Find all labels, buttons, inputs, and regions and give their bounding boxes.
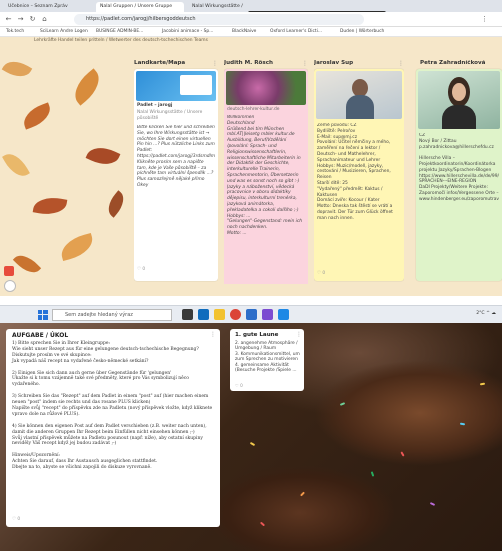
column-jaroslav: Jaroslav Šup ⋮ Země původu: CZ Bydliště:… bbox=[314, 60, 404, 284]
more-icon[interactable]: ⋮ bbox=[302, 60, 308, 67]
like-count[interactable]: ♡ 0 bbox=[12, 517, 20, 522]
profile-photo bbox=[316, 71, 402, 119]
column-title: Jaroslav Šup bbox=[314, 60, 354, 66]
forward-icon[interactable]: → bbox=[16, 15, 25, 24]
leaf-decoration bbox=[19, 102, 55, 130]
leaf-decoration bbox=[102, 190, 130, 218]
bookmarks-bar: Tok.tech SciLearn Andre Logen BUSINGE AD… bbox=[0, 27, 502, 37]
column-title: Judith M. Rösch bbox=[224, 60, 274, 66]
bookmark-item[interactable]: BlackNaive bbox=[232, 28, 256, 36]
bookmark-item[interactable]: Duden | Wörterbuch bbox=[340, 28, 384, 36]
padlet-logo bbox=[180, 75, 212, 95]
sprinkle-decoration bbox=[429, 502, 436, 506]
profile-photo bbox=[418, 71, 500, 129]
system-tray[interactable]: 2°C ^ ☁ bbox=[476, 311, 496, 316]
bookmark-item[interactable]: Tok.tech bbox=[6, 28, 24, 36]
avatar-body bbox=[442, 105, 476, 129]
app-icon[interactable] bbox=[262, 309, 273, 320]
side-launcher bbox=[0, 262, 30, 292]
more-icon[interactable]: ⋮ bbox=[398, 60, 404, 67]
post-text: Bitte klicken Sie hier und schreiben Sie… bbox=[137, 125, 215, 188]
post-text: 1) Bitte sprechen Sie in Ihrer Kleingrup… bbox=[12, 341, 213, 471]
top-browser-window: Učebnice – Seznam Zpráv Nalal Gruppen / … bbox=[0, 0, 502, 296]
more-icon[interactable]: ⋮ bbox=[210, 331, 216, 338]
like-count[interactable]: ♡ 0 bbox=[137, 267, 145, 272]
leaf-decoration bbox=[85, 141, 121, 171]
teams-icon[interactable] bbox=[246, 309, 257, 320]
cupcake-padlet: AUFGABE / ÚKOL ⋮ 1) Bitte sprechen Sie i… bbox=[0, 323, 502, 551]
like-count[interactable]: ♡ 0 bbox=[235, 383, 243, 388]
avatar bbox=[452, 83, 466, 101]
post-title: 1. gute Laune bbox=[235, 332, 279, 338]
post-card[interactable]: Padlet – jarogj Nalal Wirkungsstätte / U… bbox=[134, 69, 218, 281]
bookmark-item[interactable]: Jacobini animace - Sp... bbox=[162, 28, 213, 36]
post-text: Willkommen Deutschland Grüßend bei tim M… bbox=[227, 115, 303, 236]
like-count[interactable]: ♡ 0 bbox=[317, 271, 325, 276]
reload-icon[interactable]: ↻ bbox=[28, 15, 37, 24]
post-card[interactable]: Země původu: CZ Bydliště: Pelrořov E-Mai… bbox=[314, 69, 404, 281]
column-petra: Petra Zahradníčková CZ Nový Bor / Zittau… bbox=[412, 60, 502, 284]
post-card[interactable]: CZ Nový Bor / Zittau p.zahradnickova@hil… bbox=[416, 69, 502, 281]
windows-taskbar: Sem zadejte hledaný výraz 2°C ^ ☁ bbox=[0, 305, 502, 323]
more-icon[interactable]: ⋮ bbox=[212, 60, 218, 67]
sprinkle-decoration bbox=[400, 451, 405, 457]
sprinkle-decoration bbox=[479, 382, 486, 386]
link-caption[interactable]: Padlet – jarogj bbox=[137, 103, 172, 108]
explorer-icon[interactable] bbox=[214, 309, 225, 320]
back-icon[interactable]: ← bbox=[4, 15, 13, 24]
sprinkle-decoration bbox=[339, 402, 346, 406]
post-text: 2. angenehme Atmosphäre / Umgebung / Rau… bbox=[235, 341, 300, 374]
taskbar-search-input[interactable]: Sem zadejte hledaný výraz bbox=[52, 309, 172, 321]
link-subtitle: Nalal Wirkungsstätte / Unsere působiště bbox=[137, 110, 203, 121]
bookmark-item[interactable]: Oxford Learner's Dicti... bbox=[270, 28, 322, 36]
bookmark-item[interactable]: BUSINGE ADMIN-BE... bbox=[96, 28, 143, 36]
leaf-decoration bbox=[2, 148, 30, 182]
tab-seznam[interactable]: Učebnice – Seznam Zpráv bbox=[4, 2, 92, 12]
menu-icon[interactable]: ⋮ bbox=[480, 15, 489, 24]
post-text: CZ Nový Bor / Zittau p.zahradnickova@hil… bbox=[419, 133, 499, 202]
leaf-decoration bbox=[32, 194, 68, 218]
leaf-decoration bbox=[57, 232, 97, 262]
column-title: Landkarte/Mapa bbox=[134, 60, 186, 66]
edge-icon[interactable] bbox=[198, 309, 209, 320]
flower-photo bbox=[226, 71, 306, 105]
task-post-card[interactable]: AUFGABE / ÚKOL ⋮ 1) Bitte sprechen Sie i… bbox=[6, 329, 220, 527]
bookmark-item[interactable]: SciLearn Andre Logen bbox=[40, 28, 88, 36]
chrome-icon[interactable] bbox=[230, 309, 241, 320]
column-judith: Judith M. Rösch ⋮ deutsch-lehrer-kultur.… bbox=[224, 60, 308, 284]
leaf-decoration bbox=[1, 55, 33, 83]
home-icon[interactable]: ⌂ bbox=[40, 15, 49, 24]
app-icon[interactable] bbox=[4, 266, 14, 276]
post-card[interactable]: deutsch-lehrer-kultur.de Willkommen Deut… bbox=[224, 69, 308, 284]
tab-padlet-gruppen[interactable]: Nalal Gruppen / Unsere Gruppe bbox=[96, 2, 184, 12]
post-text: Země původu: CZ Bydliště: Pelrořov E-Mai… bbox=[317, 123, 393, 221]
recipe-post-card[interactable]: 1. gute Laune ⋮ 2. angenehme Atmosphäre … bbox=[230, 329, 304, 391]
map-thumbnail bbox=[136, 71, 216, 101]
breadcrumb: Lehrkräfte Handel teilen pritteln / Wetw… bbox=[34, 38, 208, 43]
sprinkle-decoration bbox=[259, 521, 266, 527]
task-view-icon[interactable] bbox=[182, 309, 193, 320]
sprinkle-decoration bbox=[300, 491, 305, 497]
column-landkarte: Landkarte/Mapa ⋮ Padlet – jarogj Nalal W… bbox=[134, 60, 218, 284]
windows-start-icon[interactable] bbox=[38, 310, 48, 320]
column-title: Petra Zahradníčková bbox=[420, 60, 486, 66]
sprinkle-decoration bbox=[249, 441, 256, 447]
avatar-body bbox=[346, 95, 374, 119]
address-bar: ← → ↻ ⌂ https://padlet.com/jarogj/hilber… bbox=[0, 12, 502, 27]
sprinkle-decoration bbox=[459, 422, 466, 426]
url-field[interactable]: https://padlet.com/jarogj/hilbersgoddeut… bbox=[74, 14, 364, 25]
tab-padlet-wirkung[interactable]: Nalal Wirkungsstätte / Unsere... bbox=[188, 2, 244, 12]
user-icon[interactable] bbox=[4, 280, 16, 292]
more-icon[interactable]: ⋮ bbox=[296, 331, 302, 338]
sprinkle-decoration bbox=[370, 471, 375, 477]
link-caption[interactable]: deutsch-lehrer-kultur.de bbox=[227, 107, 279, 112]
post-title: AUFGABE / ÚKOL bbox=[12, 332, 69, 339]
leaf-decoration bbox=[67, 68, 107, 106]
save-icon[interactable] bbox=[278, 309, 289, 320]
